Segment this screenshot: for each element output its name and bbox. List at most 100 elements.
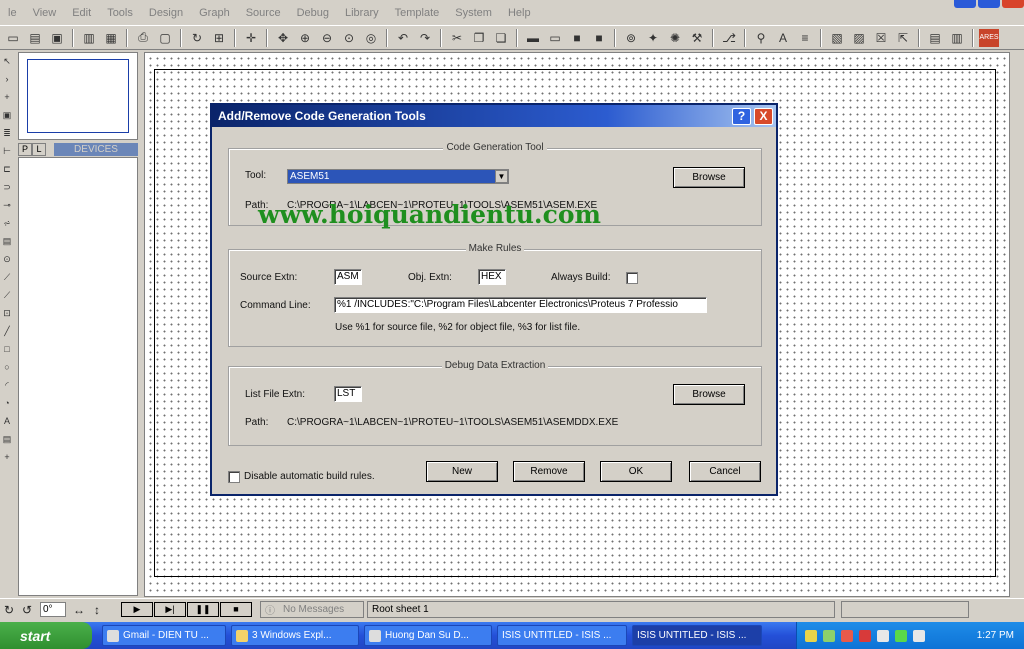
virtual-instruments-icon[interactable]: ⊡ xyxy=(2,308,12,318)
taskbar-item-gmail[interactable]: Gmail - DIEN TU ... xyxy=(102,625,226,646)
refresh-icon[interactable]: ↻ xyxy=(187,29,207,47)
pick-devices-button[interactable]: P xyxy=(18,143,32,156)
menu-help[interactable]: Help xyxy=(500,7,539,19)
electrical-rules-icon[interactable]: ▥ xyxy=(947,29,967,47)
junction-dot-icon[interactable]: + xyxy=(2,92,12,102)
make-device-icon[interactable]: ✦ xyxy=(643,29,663,47)
new-button[interactable]: New xyxy=(426,461,498,482)
selection-mode-icon[interactable]: ↖ xyxy=(2,56,12,66)
tray-antivirus-icon[interactable] xyxy=(841,629,853,642)
always-build-checkbox[interactable] xyxy=(626,272,638,284)
pcb-package-icon[interactable]: ✺ xyxy=(665,29,685,47)
save-icon[interactable]: ▣ xyxy=(47,29,67,47)
component-mode-icon[interactable]: › xyxy=(2,74,12,84)
menu-file[interactable]: le xyxy=(0,7,25,19)
menu-graph[interactable]: Graph xyxy=(191,7,238,19)
export-icon[interactable]: ▦ xyxy=(101,29,121,47)
zoom-all-icon[interactable]: ⊙ xyxy=(339,29,359,47)
ok-button[interactable]: OK xyxy=(600,461,672,482)
netlist-to-ares-icon[interactable]: ARES xyxy=(979,28,999,47)
line-icon[interactable]: ╱ xyxy=(2,326,12,336)
menu-edit[interactable]: Edit xyxy=(64,7,99,19)
source-extn-field[interactable]: ASM xyxy=(334,269,362,285)
add-sheet-icon[interactable]: ▨ xyxy=(849,29,869,47)
new-file-icon[interactable]: ▭ xyxy=(3,29,23,47)
exit-to-parent-icon[interactable]: ⇱ xyxy=(893,29,913,47)
rotate-anticlockwise-icon[interactable]: ↺ xyxy=(20,603,34,617)
arc-icon[interactable]: ◜ xyxy=(2,380,12,390)
debug-browse-button[interactable]: Browse xyxy=(673,384,745,405)
path-icon[interactable]: ◔ xyxy=(2,398,12,408)
zoom-area-icon[interactable]: ◎ xyxy=(361,29,381,47)
menu-design[interactable]: Design xyxy=(141,7,191,19)
start-button[interactable]: start xyxy=(0,622,92,649)
box-icon[interactable]: □ xyxy=(2,344,12,354)
decompose-icon[interactable]: ⚒ xyxy=(687,29,707,47)
menu-template[interactable]: Template xyxy=(387,7,448,19)
remove-button[interactable]: Remove xyxy=(513,461,585,482)
tray-connection-icon[interactable] xyxy=(913,629,925,642)
flip-horizontal-icon[interactable]: ↔ xyxy=(72,603,86,617)
tape-recorder-icon[interactable]: ▤ xyxy=(2,236,12,246)
taskbar-item-explorer[interactable]: 3 Windows Expl... xyxy=(231,625,359,646)
help-button[interactable]: ? xyxy=(732,107,751,125)
obj-extn-field[interactable]: HEX xyxy=(478,269,506,285)
flip-vertical-icon[interactable]: ↕ xyxy=(90,603,104,617)
new-sheet-icon[interactable]: ▧ xyxy=(827,29,847,47)
block-delete-icon[interactable]: ■ xyxy=(589,29,609,47)
minimize-button[interactable] xyxy=(954,0,976,8)
search-tag-icon[interactable]: ⚲ xyxy=(751,29,771,47)
pan-icon[interactable]: ✥ xyxy=(273,29,293,47)
zoom-in-icon[interactable]: ⊕ xyxy=(295,29,315,47)
disable-automatic-build-checkbox[interactable] xyxy=(228,471,240,483)
pause-button[interactable]: ❚❚ xyxy=(187,602,219,617)
paste-icon[interactable]: ❏ xyxy=(491,29,511,47)
tray-keyboard-icon[interactable] xyxy=(805,629,817,642)
tray-network-icon[interactable] xyxy=(823,629,835,642)
property-assignment-icon[interactable]: A xyxy=(773,29,793,47)
bill-of-materials-icon[interactable]: ▤ xyxy=(925,29,945,47)
rotate-clockwise-icon[interactable]: ↻ xyxy=(2,603,16,617)
menu-tools[interactable]: Tools xyxy=(99,7,141,19)
window-close-button[interactable] xyxy=(1002,0,1024,8)
tray-media-icon[interactable] xyxy=(895,629,907,642)
block-rotate-icon[interactable]: ■ xyxy=(567,29,587,47)
pick-device-icon[interactable]: ⊚ xyxy=(621,29,641,47)
tool-select[interactable]: ASEM51 ▼ xyxy=(287,169,509,184)
print-area-icon[interactable]: ▢ xyxy=(155,29,175,47)
text-script-icon[interactable]: ≣ xyxy=(2,128,12,138)
undo-icon[interactable]: ↶ xyxy=(393,29,413,47)
taskbar-item-isis-2[interactable]: ISIS UNTITLED - ISIS ... xyxy=(632,625,762,646)
chevron-down-icon[interactable]: ▼ xyxy=(495,170,508,183)
device-pins-icon[interactable]: ⊸ xyxy=(2,200,12,210)
command-line-field[interactable]: %1 /INCLUDES:"C:\Program Files\Labcenter… xyxy=(334,297,707,313)
tray-volume-icon[interactable] xyxy=(877,629,889,642)
copy-icon[interactable]: ❐ xyxy=(469,29,489,47)
wire-autorouter-icon[interactable]: ⎇ xyxy=(719,29,739,47)
block-copy-icon[interactable]: ▬ xyxy=(523,29,543,47)
list-file-extn-field[interactable]: LST xyxy=(334,386,362,402)
origin-icon[interactable]: ✛ xyxy=(241,29,261,47)
generator-icon[interactable]: ⊙ xyxy=(2,254,12,264)
close-button[interactable]: X xyxy=(754,107,773,125)
design-explorer-icon[interactable]: ≡ xyxy=(795,29,815,47)
current-probe-icon[interactable]: ⟋ xyxy=(2,290,12,300)
symbol-icon[interactable]: ▤ xyxy=(2,434,12,444)
taskbar-item-document[interactable]: Huong Dan Su D... xyxy=(364,625,492,646)
tray-app-icon[interactable] xyxy=(859,629,871,642)
remove-sheet-icon[interactable]: ☒ xyxy=(871,29,891,47)
open-folder-icon[interactable]: ▤ xyxy=(25,29,45,47)
wire-label-icon[interactable]: ▣ xyxy=(2,110,12,120)
menu-source[interactable]: Source xyxy=(238,7,289,19)
block-move-icon[interactable]: ▭ xyxy=(545,29,565,47)
rotation-angle-field[interactable]: 0° xyxy=(40,602,66,617)
redo-icon[interactable]: ↷ xyxy=(415,29,435,47)
menu-debug[interactable]: Debug xyxy=(289,7,337,19)
marker-icon[interactable]: + xyxy=(2,452,12,462)
grid-icon[interactable]: ⊞ xyxy=(209,29,229,47)
menu-system[interactable]: System xyxy=(447,7,500,19)
overview-window[interactable] xyxy=(27,59,129,133)
device-list[interactable] xyxy=(18,157,138,596)
library-manager-button[interactable]: L xyxy=(32,143,46,156)
stop-button[interactable]: ■ xyxy=(220,602,252,617)
